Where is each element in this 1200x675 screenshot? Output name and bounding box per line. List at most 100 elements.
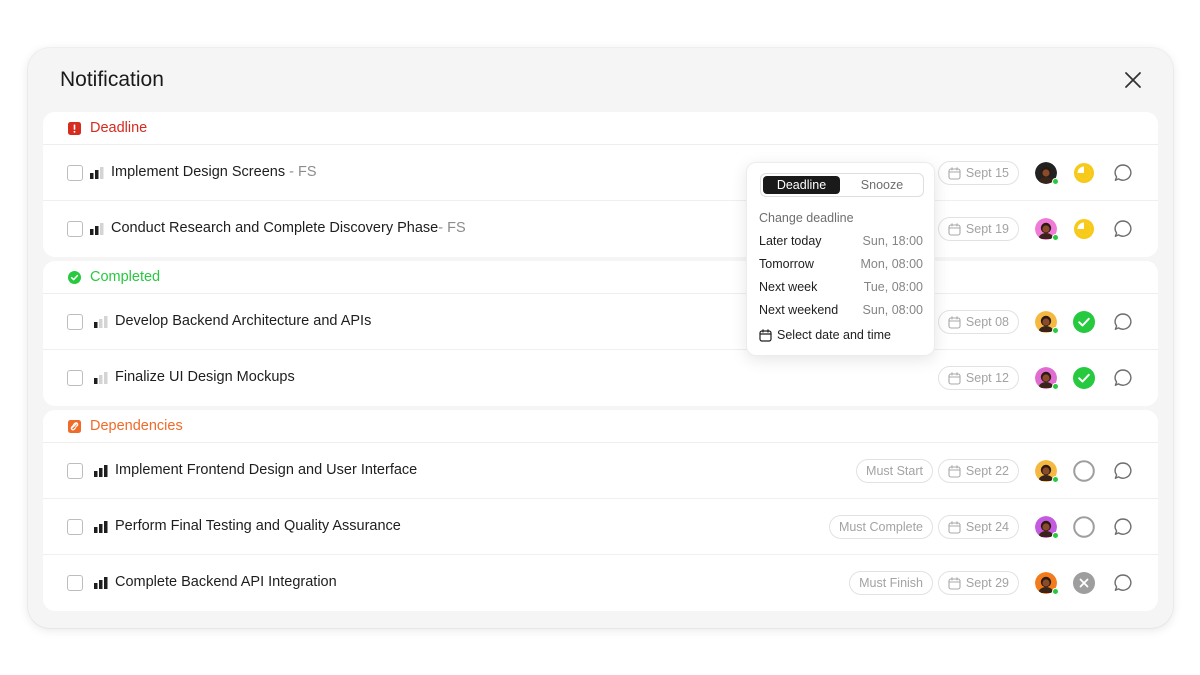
- modal-title: Notification: [60, 68, 164, 91]
- task-row[interactable]: Implement Design Screens - FS Sept 15: [43, 145, 1158, 201]
- due-date-pill[interactable]: Sept 24: [937, 515, 1019, 539]
- section-completed: Completed Develop Backend Architecture a…: [43, 261, 1158, 406]
- section-deadline: Deadline Implement Design Screens - FS Se…: [43, 112, 1158, 257]
- tab-snooze[interactable]: Snooze: [843, 176, 921, 194]
- calendar-icon: [948, 222, 966, 236]
- avatar[interactable]: [1035, 162, 1059, 185]
- calendar-icon: [948, 576, 966, 590]
- dependency-badge[interactable]: Must Finish: [849, 571, 933, 595]
- task-checkbox[interactable]: [67, 370, 83, 386]
- section-header-dependencies: Dependencies: [43, 410, 1158, 443]
- todo-status-icon[interactable]: [1073, 516, 1095, 538]
- section-dependencies: Dependencies Implement Frontend Design a…: [43, 410, 1158, 611]
- calendar-icon: [948, 371, 966, 385]
- option-tomorrow[interactable]: Tomorrow Mon, 08:00: [759, 254, 923, 274]
- tab-deadline[interactable]: Deadline: [763, 176, 840, 194]
- task-row[interactable]: Finalize UI Design Mockups Sept 12: [43, 350, 1158, 406]
- task-checkbox[interactable]: [67, 575, 83, 591]
- in-progress-status-icon[interactable]: [1073, 218, 1095, 240]
- comment-icon[interactable]: [1113, 163, 1133, 183]
- due-date-text: Sept 19: [965, 222, 1009, 236]
- calendar-icon: [948, 166, 966, 180]
- priority-high-icon: [94, 520, 108, 533]
- task-checkbox[interactable]: [67, 221, 83, 237]
- due-date-pill[interactable]: Sept 22: [937, 459, 1019, 483]
- due-date-text: Sept 15: [965, 166, 1009, 180]
- deadline-popover: Deadline Snooze Change deadline Later to…: [746, 162, 935, 356]
- comment-icon[interactable]: [1113, 368, 1133, 388]
- comment-icon[interactable]: [1113, 517, 1133, 537]
- comment-icon[interactable]: [1113, 573, 1133, 593]
- task-checkbox[interactable]: [67, 314, 83, 330]
- avatar[interactable]: [1035, 516, 1059, 539]
- task-title: Complete Backend API Integration: [115, 574, 337, 590]
- task-title-text: Implement Design Screens: [111, 164, 286, 180]
- option-next-weekend[interactable]: Next weekend Sun, 08:00: [759, 300, 923, 320]
- section-label: Dependencies: [90, 418, 183, 434]
- avatar[interactable]: [1035, 218, 1059, 241]
- task-row[interactable]: Implement Frontend Design and User Inter…: [43, 443, 1158, 499]
- calendar-icon: [759, 328, 777, 342]
- avatar[interactable]: [1035, 367, 1059, 390]
- todo-status-icon[interactable]: [1073, 460, 1095, 482]
- due-date-text: Sept 29: [965, 576, 1009, 590]
- priority-low-icon: [94, 371, 108, 384]
- task-title-text: Finalize UI Design Mockups: [115, 369, 295, 385]
- avatar[interactable]: [1035, 572, 1059, 595]
- task-row[interactable]: Develop Backend Architecture and APIs Sep…: [43, 294, 1158, 350]
- task-row[interactable]: Conduct Research and Complete Discovery …: [43, 201, 1158, 257]
- due-date-pill[interactable]: Sept 12: [937, 366, 1019, 390]
- select-date-time-button[interactable]: Select date and time: [759, 328, 891, 342]
- calendar-icon: [948, 315, 966, 329]
- option-later-today[interactable]: Later today Sun, 18:00: [759, 231, 923, 251]
- task-title-text: Perform Final Testing and Quality Assura…: [115, 518, 401, 534]
- task-checkbox[interactable]: [67, 463, 83, 479]
- online-status-dot: [1052, 234, 1059, 241]
- priority-high-icon: [94, 576, 108, 589]
- due-date-pill[interactable]: Sept 29: [937, 571, 1019, 595]
- comment-icon[interactable]: [1113, 461, 1133, 481]
- task-title-text: Develop Backend Architecture and APIs: [115, 313, 372, 329]
- due-date-pill[interactable]: Sept 19: [937, 217, 1019, 241]
- priority-low-icon: [94, 315, 108, 328]
- task-title-text: Conduct Research and Complete Discovery …: [111, 220, 439, 236]
- in-progress-status-icon[interactable]: [1073, 162, 1095, 184]
- due-date-pill[interactable]: Sept 08: [937, 310, 1019, 334]
- task-assignee-suffix: - FS: [438, 220, 466, 236]
- cancelled-status-icon[interactable]: [1073, 572, 1095, 594]
- deadline-snooze-toggle: Deadline Snooze: [760, 173, 924, 197]
- priority-medium-icon: [90, 222, 104, 235]
- notification-modal: Notification Deadline Implement Design S…: [28, 48, 1173, 628]
- dependency-badge[interactable]: Must Start: [856, 459, 933, 483]
- online-status-dot: [1052, 532, 1059, 539]
- online-status-dot: [1052, 327, 1059, 334]
- section-header-deadline: Deadline: [43, 112, 1158, 145]
- online-status-dot: [1052, 383, 1059, 390]
- comment-icon[interactable]: [1113, 219, 1133, 239]
- option-next-week[interactable]: Next week Tue, 08:00: [759, 277, 923, 297]
- online-status-dot: [1052, 476, 1059, 483]
- section-label: Completed: [90, 269, 161, 285]
- dependency-badge[interactable]: Must Complete: [828, 515, 933, 539]
- section-label: Deadline: [90, 120, 148, 136]
- done-status-icon[interactable]: [1073, 311, 1095, 333]
- avatar[interactable]: [1035, 460, 1059, 483]
- avatar[interactable]: [1035, 311, 1059, 334]
- task-row[interactable]: Complete Backend API Integration Must Fin…: [43, 555, 1158, 611]
- priority-medium-icon: [90, 166, 104, 179]
- task-title: Implement Design Screens - FS: [111, 164, 317, 180]
- task-title: Perform Final Testing and Quality Assura…: [115, 518, 401, 534]
- exclamation-icon: [68, 121, 81, 135]
- priority-high-icon: [94, 464, 108, 477]
- task-title: Finalize UI Design Mockups: [115, 369, 295, 385]
- comment-icon[interactable]: [1113, 312, 1133, 332]
- due-date-pill[interactable]: Sept 15: [937, 161, 1019, 185]
- section-header-completed: Completed: [43, 261, 1158, 294]
- close-icon[interactable]: [1121, 68, 1145, 92]
- task-checkbox[interactable]: [67, 165, 83, 181]
- done-status-icon[interactable]: [1073, 367, 1095, 389]
- task-row[interactable]: Perform Final Testing and Quality Assura…: [43, 499, 1158, 555]
- due-date-text: Sept 08: [965, 315, 1009, 329]
- calendar-icon: [948, 520, 966, 534]
- task-checkbox[interactable]: [67, 519, 83, 535]
